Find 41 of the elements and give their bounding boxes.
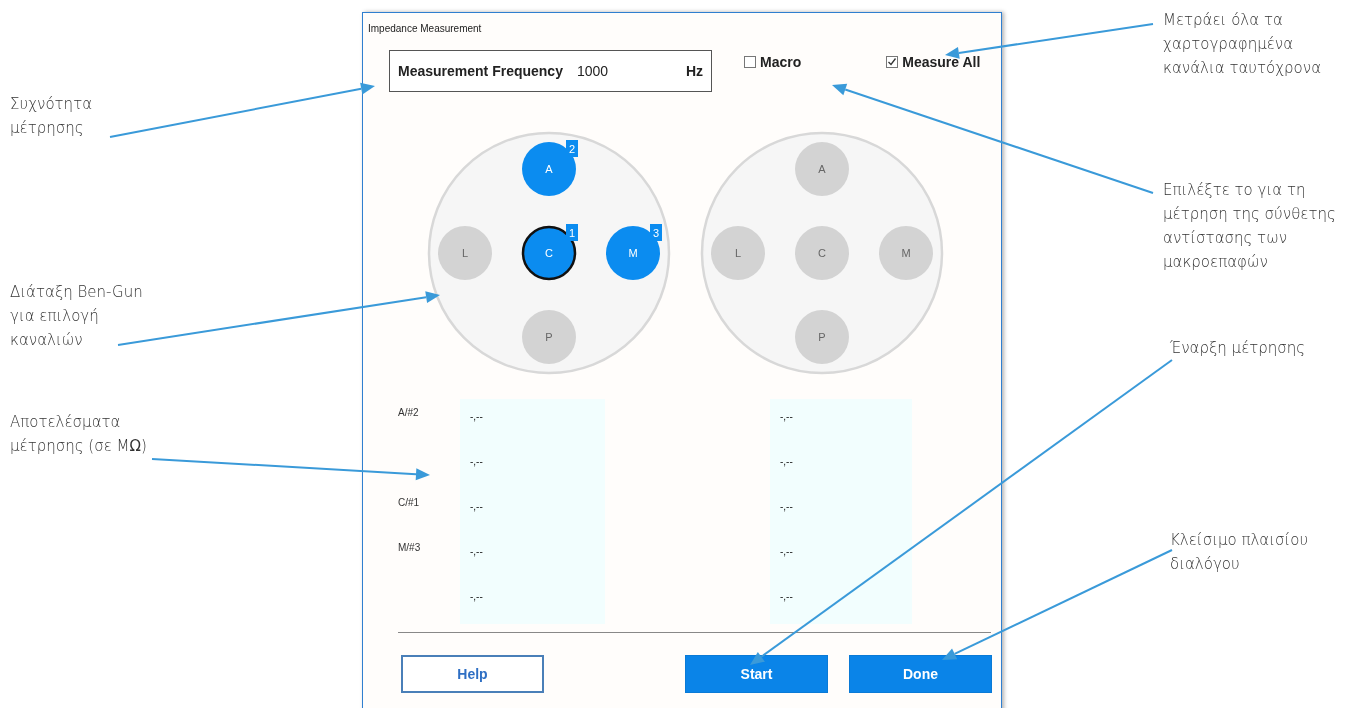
result-value: -,-- — [470, 546, 483, 557]
electrode-button[interactable]: M — [879, 226, 933, 280]
help-button[interactable]: Help — [401, 655, 544, 693]
row-label: A/#2 — [398, 407, 419, 418]
checkbox[interactable] — [886, 56, 899, 68]
window-title: Impedance Measurement — [367, 22, 483, 34]
channel-badge: 2 — [566, 140, 578, 157]
electrode-button[interactable]: P — [795, 310, 849, 364]
row-label: M/#3 — [398, 542, 421, 553]
result-value: -,-- — [780, 501, 793, 512]
annotation-text: Συχνότητα μέτρησης — [10, 94, 94, 139]
electrode-button[interactable]: L — [711, 226, 765, 280]
checkbox-label: Macro — [760, 54, 802, 70]
action-button[interactable]: Start — [685, 655, 828, 693]
frequency-label: Measurement Frequency — [398, 63, 563, 79]
channel-badge: 1 — [566, 224, 578, 241]
result-value: -,-- — [470, 501, 483, 512]
frequency-field[interactable]: 1000 — [576, 63, 637, 79]
annotation-text: Επιλέξτε το για τη μέτρηση της σύνθετης αντίστασης των μακροεπαφών — [1163, 180, 1337, 273]
result-value: -,-- — [780, 591, 793, 602]
annotation-text: Έναρξη μέτρησης — [1170, 338, 1307, 359]
electrode-button[interactable]: C — [795, 226, 849, 280]
annotation-text: Αποτελέσματα μέτρησης (σε MΩ) — [10, 412, 148, 457]
electrode-button[interactable]: P — [522, 310, 576, 364]
row-label: C/#1 — [398, 497, 420, 508]
unit-label: Hz — [685, 63, 703, 79]
checkbox[interactable] — [744, 56, 756, 68]
result-value: -,-- — [470, 591, 483, 602]
annotation-text: Κλείσιμο πλαισίου διαλόγου — [1170, 530, 1310, 575]
annotation-text: Διάταξη Ben-Gun για επιλογή καναλιών — [10, 282, 144, 351]
action-button[interactable]: Done — [849, 655, 992, 693]
channel-badge: 3 — [650, 224, 662, 241]
result-value: -,-- — [470, 456, 483, 467]
result-value: -,-- — [780, 546, 793, 557]
result-value: -,-- — [780, 411, 793, 422]
annotation-text: Μετράει όλα τα χαρτογραφημένα κανάλια ταυτόχρονα — [1163, 10, 1323, 79]
electrode-button[interactable]: A — [795, 142, 849, 196]
result-value: -,-- — [470, 411, 483, 422]
result-value: -,-- — [780, 456, 793, 467]
checkbox-label: Measure All — [902, 54, 981, 70]
electrode-button[interactable]: L — [438, 226, 492, 280]
